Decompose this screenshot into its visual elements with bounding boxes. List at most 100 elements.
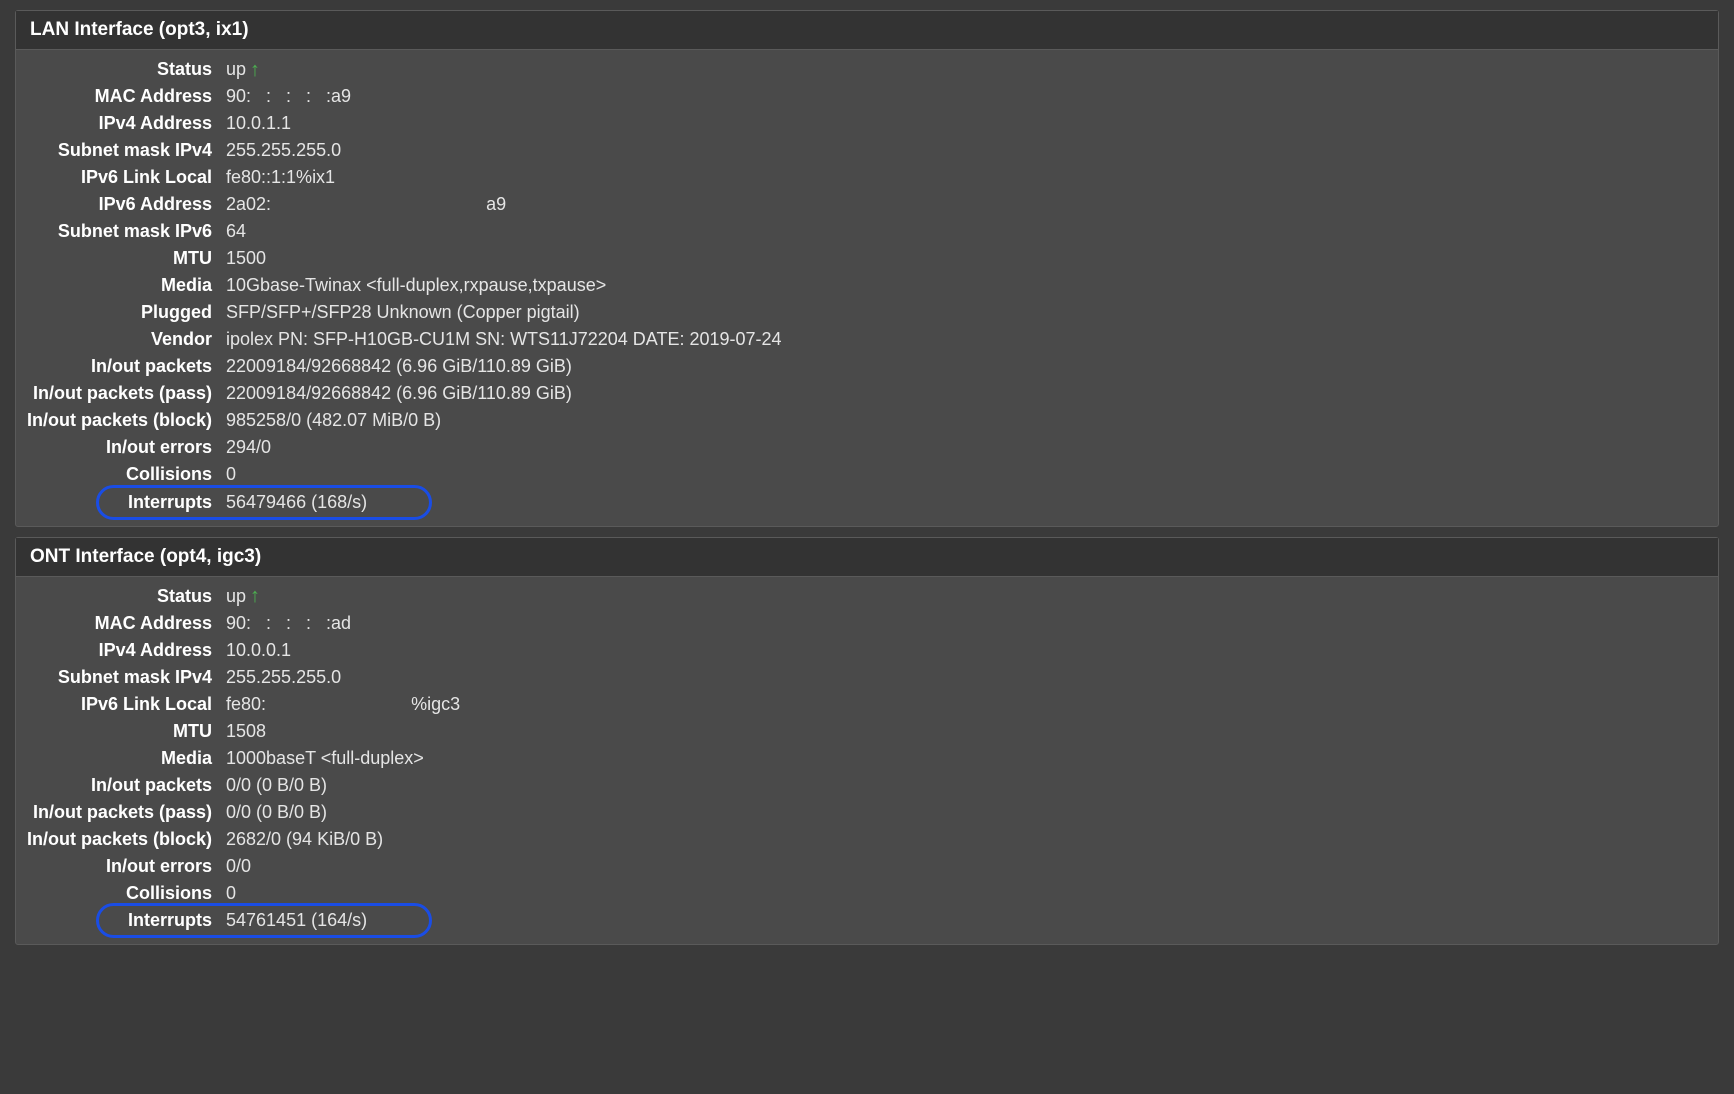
detail-value: 1500 bbox=[226, 247, 266, 270]
detail-value: 0 bbox=[226, 882, 236, 905]
interface-panel: LAN Interface (opt3, ix1)Statusup↑MAC Ad… bbox=[15, 10, 1719, 527]
detail-label: In/out errors bbox=[16, 436, 226, 459]
detail-label: In/out packets bbox=[16, 774, 226, 797]
detail-row: IPv4 Address10.0.1.1 bbox=[16, 110, 1718, 137]
detail-value: 10Gbase-Twinax <full-duplex,rxpause,txpa… bbox=[226, 274, 606, 297]
detail-row: IPv6 Address2a02: a9 bbox=[16, 191, 1718, 218]
detail-label: Interrupts bbox=[16, 491, 226, 514]
detail-row: IPv4 Address10.0.0.1 bbox=[16, 637, 1718, 664]
detail-value: 255.255.255.0 bbox=[226, 666, 341, 689]
detail-row: Statusup↑ bbox=[16, 56, 1718, 83]
detail-row: In/out packets (block)2682/0 (94 KiB/0 B… bbox=[16, 826, 1718, 853]
interface-panel: ONT Interface (opt4, igc3)Statusup↑MAC A… bbox=[15, 537, 1719, 945]
detail-value: 64 bbox=[226, 220, 246, 243]
panel-body: Statusup↑MAC Address90: : : : :a9IPv4 Ad… bbox=[16, 50, 1718, 526]
detail-label: Media bbox=[16, 274, 226, 297]
detail-row: In/out packets0/0 (0 B/0 B) bbox=[16, 772, 1718, 799]
detail-label: Plugged bbox=[16, 301, 226, 324]
status-text: up bbox=[226, 585, 246, 608]
detail-value: 22009184/92668842 (6.96 GiB/110.89 GiB) bbox=[226, 355, 572, 378]
detail-row: Vendoripolex PN: SFP-H10GB-CU1M SN: WTS1… bbox=[16, 326, 1718, 353]
arrow-up-icon: ↑ bbox=[250, 60, 260, 80]
detail-row: Collisions0 bbox=[16, 880, 1718, 907]
detail-label: MTU bbox=[16, 720, 226, 743]
detail-label: IPv6 Link Local bbox=[16, 166, 226, 189]
status-text: up bbox=[226, 58, 246, 81]
detail-value: ipolex PN: SFP-H10GB-CU1M SN: WTS11J7220… bbox=[226, 328, 782, 351]
detail-label: MAC Address bbox=[16, 612, 226, 635]
detail-label: Collisions bbox=[16, 882, 226, 905]
detail-row: Interrupts56479466 (168/s) bbox=[16, 489, 1718, 516]
detail-label: Collisions bbox=[16, 463, 226, 486]
detail-row: In/out packets22009184/92668842 (6.96 Gi… bbox=[16, 353, 1718, 380]
detail-label: Status bbox=[16, 58, 226, 81]
detail-row: In/out packets (block)985258/0 (482.07 M… bbox=[16, 407, 1718, 434]
detail-row: IPv6 Link Localfe80::1:1%ix1 bbox=[16, 164, 1718, 191]
detail-value: 2a02: a9 bbox=[226, 193, 506, 216]
detail-value: fe80: %igc3 bbox=[226, 693, 460, 716]
detail-row: Subnet mask IPv4255.255.255.0 bbox=[16, 137, 1718, 164]
detail-value: 294/0 bbox=[226, 436, 271, 459]
detail-value: 0 bbox=[226, 463, 236, 486]
detail-value: 0/0 (0 B/0 B) bbox=[226, 801, 327, 824]
detail-value: 22009184/92668842 (6.96 GiB/110.89 GiB) bbox=[226, 382, 572, 405]
detail-value: 90: : : : :a9 bbox=[226, 85, 351, 108]
detail-row: PluggedSFP/SFP+/SFP28 Unknown (Copper pi… bbox=[16, 299, 1718, 326]
detail-row: MTU1500 bbox=[16, 245, 1718, 272]
detail-value: fe80::1:1%ix1 bbox=[226, 166, 335, 189]
detail-row: Interrupts54761451 (164/s) bbox=[16, 907, 1718, 934]
detail-value: 56479466 (168/s) bbox=[226, 491, 367, 514]
detail-label: Subnet mask IPv4 bbox=[16, 139, 226, 162]
detail-row: Media10Gbase-Twinax <full-duplex,rxpause… bbox=[16, 272, 1718, 299]
detail-label: Subnet mask IPv6 bbox=[16, 220, 226, 243]
detail-value: 2682/0 (94 KiB/0 B) bbox=[226, 828, 383, 851]
detail-row: MAC Address90: : : : :a9 bbox=[16, 83, 1718, 110]
detail-label: Subnet mask IPv4 bbox=[16, 666, 226, 689]
detail-label: In/out packets bbox=[16, 355, 226, 378]
detail-row: Subnet mask IPv664 bbox=[16, 218, 1718, 245]
detail-row: MAC Address90: : : : :ad bbox=[16, 610, 1718, 637]
detail-value: 90: : : : :ad bbox=[226, 612, 351, 635]
detail-label: In/out packets (block) bbox=[16, 409, 226, 432]
detail-label: Media bbox=[16, 747, 226, 770]
detail-label: IPv6 Address bbox=[16, 193, 226, 216]
detail-row: In/out packets (pass)22009184/92668842 (… bbox=[16, 380, 1718, 407]
detail-value: SFP/SFP+/SFP28 Unknown (Copper pigtail) bbox=[226, 301, 580, 324]
detail-label: IPv6 Link Local bbox=[16, 693, 226, 716]
detail-label: IPv4 Address bbox=[16, 112, 226, 135]
detail-label: IPv4 Address bbox=[16, 639, 226, 662]
detail-label: MTU bbox=[16, 247, 226, 270]
detail-value: 54761451 (164/s) bbox=[226, 909, 367, 932]
detail-value: 10.0.1.1 bbox=[226, 112, 291, 135]
detail-row: MTU1508 bbox=[16, 718, 1718, 745]
detail-label: Vendor bbox=[16, 328, 226, 351]
detail-label: Status bbox=[16, 585, 226, 608]
detail-label: In/out packets (pass) bbox=[16, 801, 226, 824]
panel-body: Statusup↑MAC Address90: : : : :adIPv4 Ad… bbox=[16, 577, 1718, 944]
detail-label: In/out errors bbox=[16, 855, 226, 878]
detail-value: 0/0 bbox=[226, 855, 251, 878]
detail-row: Collisions0 bbox=[16, 461, 1718, 488]
status-value: up↑ bbox=[226, 58, 260, 81]
detail-row: IPv6 Link Localfe80: %igc3 bbox=[16, 691, 1718, 718]
detail-value: 985258/0 (482.07 MiB/0 B) bbox=[226, 409, 441, 432]
detail-row: Subnet mask IPv4255.255.255.0 bbox=[16, 664, 1718, 691]
arrow-up-icon: ↑ bbox=[250, 586, 260, 606]
detail-value: 255.255.255.0 bbox=[226, 139, 341, 162]
panel-title: ONT Interface (opt4, igc3) bbox=[16, 538, 1718, 577]
detail-row: In/out packets (pass)0/0 (0 B/0 B) bbox=[16, 799, 1718, 826]
detail-label: MAC Address bbox=[16, 85, 226, 108]
detail-value: 1000baseT <full-duplex> bbox=[226, 747, 424, 770]
detail-row: In/out errors294/0 bbox=[16, 434, 1718, 461]
detail-value: 0/0 (0 B/0 B) bbox=[226, 774, 327, 797]
status-value: up↑ bbox=[226, 585, 260, 608]
detail-value: 1508 bbox=[226, 720, 266, 743]
detail-label: Interrupts bbox=[16, 909, 226, 932]
detail-value: 10.0.0.1 bbox=[226, 639, 291, 662]
detail-row: Media1000baseT <full-duplex> bbox=[16, 745, 1718, 772]
detail-row: Statusup↑ bbox=[16, 583, 1718, 610]
detail-label: In/out packets (pass) bbox=[16, 382, 226, 405]
detail-label: In/out packets (block) bbox=[16, 828, 226, 851]
panel-title: LAN Interface (opt3, ix1) bbox=[16, 11, 1718, 50]
detail-row: In/out errors0/0 bbox=[16, 853, 1718, 880]
